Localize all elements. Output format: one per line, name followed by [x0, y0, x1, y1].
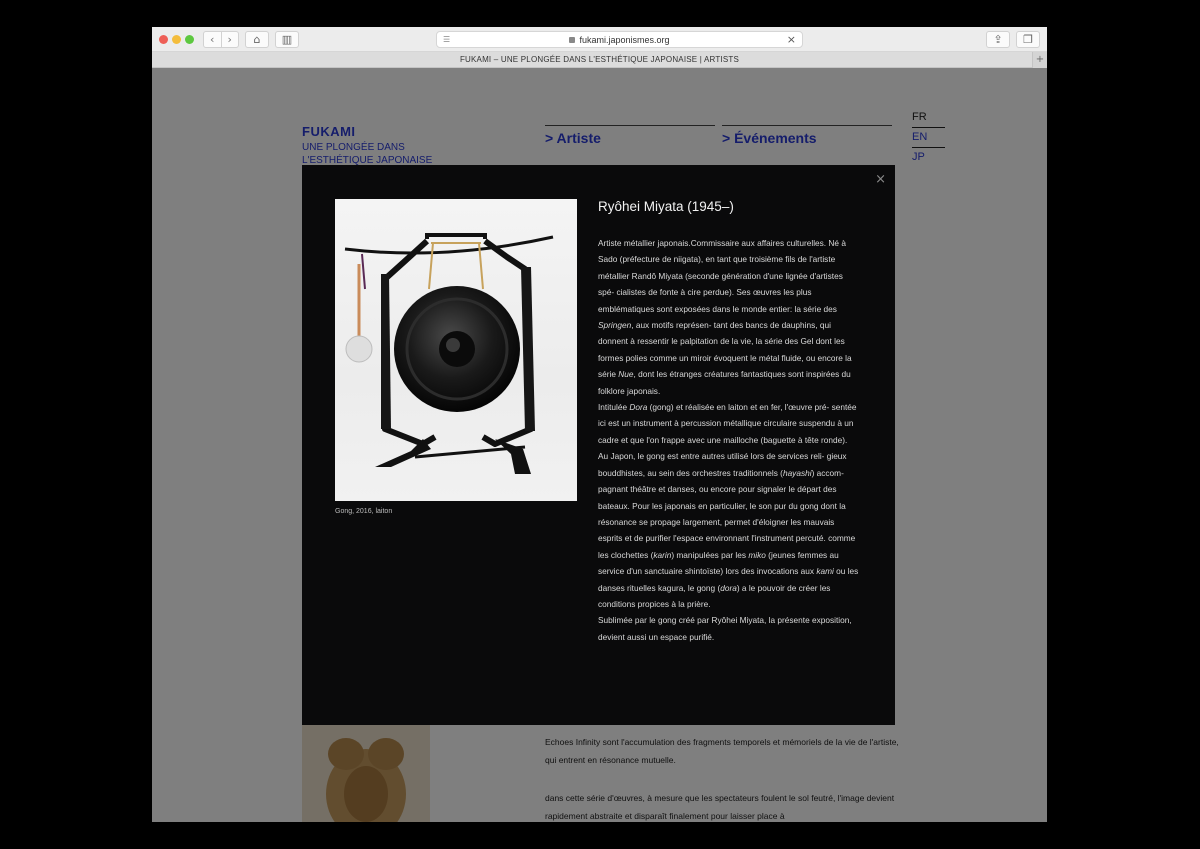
address-bar[interactable]: ☰ fukami.japonismes.org ×: [436, 31, 803, 48]
artist-name: Ryôhei Miyata (1945–): [598, 199, 734, 214]
bio-emphasis: miko: [748, 549, 766, 560]
close-icon[interactable]: ×: [875, 172, 886, 187]
lock-icon: [569, 36, 576, 43]
bio-emphasis: hayashi: [782, 467, 812, 478]
close-window-button[interactable]: [159, 35, 168, 44]
bio-text: , dont les étranges créatures fantastiqu…: [598, 369, 851, 396]
tabs-icon[interactable]: ❐: [1016, 31, 1040, 48]
bio-emphasis: Dora: [629, 402, 648, 413]
forward-icon[interactable]: ›: [222, 32, 239, 47]
bio-emphasis: karin: [653, 549, 672, 560]
share-icon[interactable]: ⇪: [986, 31, 1010, 48]
bio-text: Artiste métallier japonais.Commissaire a…: [598, 238, 846, 314]
web-page: FUKAMI UNE PLONGÉE DANS L'ESTHÉTIQUE JAP…: [152, 68, 1047, 822]
gong-illustration: [344, 233, 554, 474]
new-tab-icon[interactable]: +: [1032, 52, 1047, 68]
bio-text: ) accom- pagnant théâtre et danses, ou e…: [598, 467, 856, 560]
stop-icon[interactable]: ×: [787, 33, 796, 46]
browser-toolbar: ‹ › ⌂ ▥ ☰ fukami.japonismes.org × ⇪ ❐: [152, 27, 1047, 52]
tab-active[interactable]: FUKAMI – UNE PLONGÉE DANS L'ESTHÉTIQUE J…: [152, 52, 1047, 68]
tab-title: FUKAMI – UNE PLONGÉE DANS L'ESTHÉTIQUE J…: [459, 55, 740, 64]
bio-paragraph-3: Au Japon, le gong est entre autres utili…: [598, 448, 860, 612]
browser-window: ‹ › ⌂ ▥ ☰ fukami.japonismes.org × ⇪ ❐ FU…: [152, 27, 1047, 822]
bio-emphasis: dora: [720, 582, 737, 593]
url-text: fukami.japonismes.org: [579, 34, 670, 45]
maximize-window-button[interactable]: [185, 35, 194, 44]
reader-icon[interactable]: ☰: [443, 35, 450, 44]
bio-emphasis: kami: [816, 566, 834, 577]
artist-bio: Artiste métallier japonais.Commissaire a…: [598, 235, 860, 645]
bio-emphasis: Nue: [618, 369, 634, 380]
bio-paragraph-1: Artiste métallier japonais.Commissaire a…: [598, 235, 860, 399]
home-icon[interactable]: ⌂: [245, 31, 269, 48]
artwork-image: [335, 199, 577, 501]
minimize-window-button[interactable]: [172, 35, 181, 44]
artist-modal: × Gong, 2016, laiton Ryôhei Miyata (1945…: [302, 165, 895, 725]
bio-emphasis: Springen: [598, 320, 632, 331]
bio-paragraph-4: Sublimée par le gong créé par Ryôhei Miy…: [598, 615, 852, 642]
artwork-caption: Gong, 2016, laiton: [335, 508, 393, 515]
history-nav: ‹ ›: [203, 31, 239, 48]
bio-paragraph-2: Intitulée Dora (gong) et réalisée en lai…: [598, 399, 860, 448]
sidebar-icon[interactable]: ▥: [275, 31, 299, 48]
bio-text: ) manipulées par les: [671, 549, 749, 560]
back-icon[interactable]: ‹: [204, 32, 222, 47]
bio-text: Intitulée: [598, 402, 630, 413]
